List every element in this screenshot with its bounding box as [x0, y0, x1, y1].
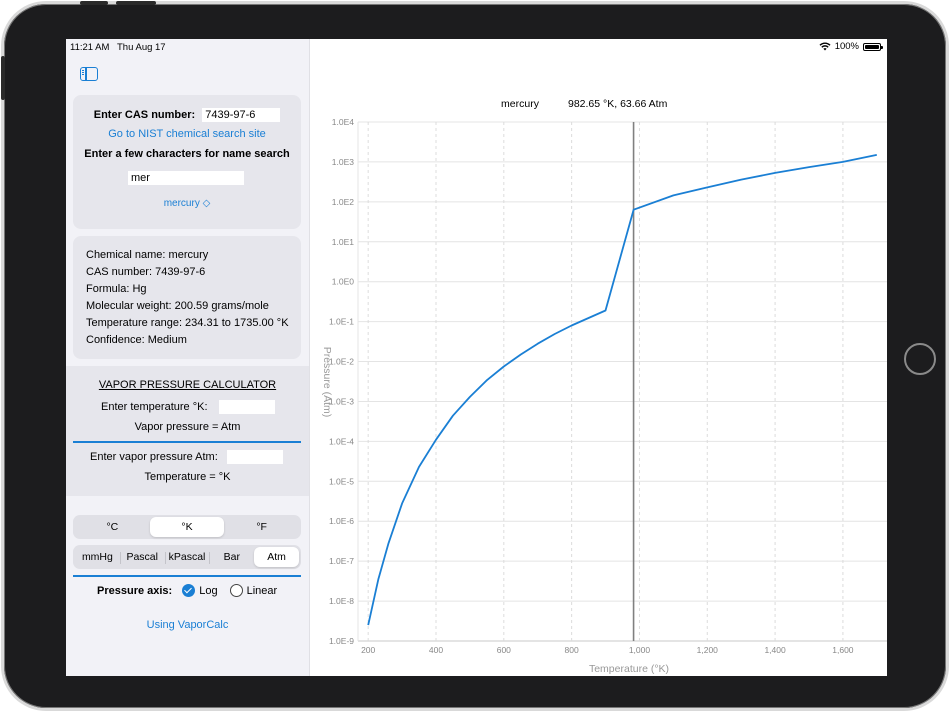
power-button [1, 56, 5, 100]
unit-celsius[interactable]: °C [75, 517, 150, 537]
log-option-label[interactable]: Log [199, 585, 217, 597]
cas-row: Enter CAS number: 7439-97-6 [73, 108, 301, 122]
sidebar: Enter CAS number: 7439-97-6 Go to NIST c… [66, 39, 310, 676]
cas-label: Enter CAS number: [93, 108, 196, 121]
chart-y-tick-label: 1.0E2 [332, 197, 354, 207]
status-date: Thu Aug 17 [117, 42, 166, 53]
chart-series-line-mercury [367, 154, 877, 626]
temperature-result: Temperature = °K [144, 471, 231, 483]
wifi-icon [819, 42, 831, 51]
calculator-title: VAPOR PRESSURE CALCULATOR [98, 379, 277, 391]
linear-radio-icon[interactable] [229, 584, 243, 597]
chart-x-tick-label: 1,000 [629, 645, 651, 655]
unit-fahrenheit[interactable]: °F [224, 517, 299, 537]
chart-x-tick-label: 400 [429, 645, 443, 655]
pressure-axis-label: Pressure axis: [97, 584, 173, 597]
info-formula: Formula: Hg [86, 283, 147, 295]
chart-legend-label: mercury [501, 98, 540, 110]
screen: Enter CAS number: 7439-97-6 Go to NIST c… [66, 39, 887, 676]
temperature-unit-control: °C °K °F [73, 515, 301, 539]
info-confidence: Confidence: Medium [86, 334, 187, 346]
chart-panel: 1.0E-9 1.0E-8 1.0E-7 1.0E-6 1.0E-5 1.0E-4 1.0E… [310, 55, 887, 676]
nist-link[interactable]: Go to NIST chemical search site [73, 128, 301, 140]
chemical-info-card: Chemical name: mercury CAS number: 7439-… [73, 236, 301, 359]
status-time: 11:21 AM [70, 42, 110, 53]
unit-pascal[interactable]: Pascal [119, 547, 165, 567]
calc-divider [73, 441, 301, 443]
battery-icon [863, 42, 883, 51]
name-search-input[interactable]: mer [128, 170, 244, 185]
help-link[interactable]: Using VaporCalc [66, 619, 309, 631]
home-button[interactable] [904, 343, 936, 375]
chart-x-tick-label: 1,200 [697, 645, 719, 655]
pressure-axis-row: Pressure axis: Log Linear [97, 584, 277, 597]
chart-y-tick-label: 1.0E1 [332, 237, 354, 247]
chart-y-tick-label: 1.0E-8 [329, 596, 354, 606]
sidebar-toggle-icon[interactable] [80, 67, 98, 81]
volume-button [80, 1, 108, 5]
info-range: Temperature range: 234.31 to 1735.00 °K [86, 317, 289, 329]
chart-y-tick-label: 1.0E4 [332, 117, 354, 127]
name-search-label: Enter a few characters for name search [84, 148, 290, 160]
info-mw: Molecular weight: 200.59 grams/mole [86, 300, 269, 312]
chart-y-axis-label: Pressure (Atm) [321, 347, 333, 418]
unit-mmhg[interactable]: mmHg [75, 547, 120, 567]
chart-y-tick-label: 1.0E0 [332, 277, 354, 287]
vapor-pressure-chart[interactable]: 1.0E-9 1.0E-8 1.0E-7 1.0E-6 1.0E-5 1.0E-4 1.0E… [310, 55, 887, 676]
search-card: Enter CAS number: 7439-97-6 Go to NIST c… [73, 95, 301, 229]
info-cas: CAS number: 7439-97-6 [86, 266, 206, 278]
chemical-picker[interactable]: mercury ◇ [73, 198, 301, 209]
chart-x-tick-label: 1,400 [764, 645, 786, 655]
unit-bar[interactable]: Bar [209, 547, 254, 567]
chart-readout: 982.65 °K, 63.66 Atm [568, 98, 668, 110]
pressure-unit-control: mmHg Pascal kPascal Bar Atm [73, 545, 301, 569]
chart-x-tick-label: 600 [497, 645, 511, 655]
chart-x-tick-label: 1,600 [832, 645, 854, 655]
unit-kelvin[interactable]: °K [149, 517, 225, 537]
info-name: Chemical name: mercury [86, 249, 209, 261]
unit-atm[interactable]: Atm [254, 547, 299, 567]
linear-option-label[interactable]: Linear [247, 585, 278, 597]
status-bar: 11:21 AM Thu Aug 17 100% [66, 39, 887, 55]
chart-y-tick-label: 1.0E-6 [329, 516, 354, 526]
calculator-panel: VAPOR PRESSURE CALCULATOR Enter temperat… [66, 366, 309, 496]
volume-button [116, 1, 156, 5]
chart-x-tick-label: 800 [565, 645, 579, 655]
log-radio-icon[interactable] [182, 584, 196, 597]
vp-input[interactable] [226, 450, 283, 464]
chart-y-tick-label: 1.0E-1 [329, 317, 354, 327]
vapor-pressure-result: Vapor pressure = Atm [134, 421, 241, 433]
chart-y-tick-label: 1.0E-5 [329, 476, 354, 486]
temp-input[interactable] [218, 400, 275, 414]
unit-kpascal[interactable]: kPascal [164, 547, 210, 567]
units-divider [73, 575, 301, 577]
chart-x-tick-label: 200 [361, 645, 375, 655]
chart-y-tick-label: 1.0E-7 [329, 556, 354, 566]
cas-input[interactable]: 7439-97-6 [202, 108, 281, 122]
temp-input-label: Enter temperature °K: [101, 400, 208, 413]
battery-percent: 100% [834, 41, 859, 52]
chart-x-axis-label: Temperature (°K) [589, 663, 669, 675]
chart-y-tick-label: 1.0E-4 [329, 436, 354, 446]
chart-y-tick-label: 1.0E-9 [329, 636, 354, 646]
chart-y-tick-label: 1.0E3 [332, 157, 354, 167]
vp-input-label: Enter vapor pressure Atm: [90, 450, 218, 463]
